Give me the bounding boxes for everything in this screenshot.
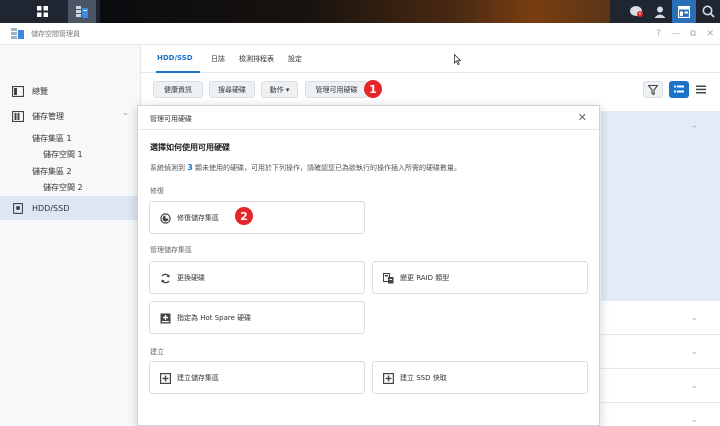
list-icon [696, 85, 706, 94]
window-titlebar: 儲存空間管理員 ? — ⧉ ✕ [0, 23, 720, 45]
chevron-down-icon[interactable]: ⌄ [690, 415, 698, 425]
manage-drives-dialog: 管理可用硬碟 ✕ 選擇如何使用可用硬碟 系統偵測到 3 顆未使用的硬碟，可用於下… [137, 105, 600, 426]
step-badge-1: 1 [364, 80, 382, 98]
chevron-up-icon[interactable]: ⌃ [122, 112, 129, 121]
repair-icon [159, 212, 171, 224]
section-create: 建立 [150, 348, 164, 356]
hot-spare-icon [159, 312, 171, 324]
hot-spare-option[interactable]: 指定為 Hot Spare 硬碟 [149, 301, 365, 334]
chevron-down-icon[interactable]: ⌄ [690, 347, 698, 357]
create-ssd-cache-option[interactable]: 建立 SSD 快取 [372, 361, 588, 394]
overview-icon [12, 85, 24, 97]
mouse-cursor-icon [454, 54, 461, 65]
search-drive-button[interactable]: 搜尋硬碟 [209, 81, 255, 98]
add-box-icon [159, 372, 171, 384]
tab-settings[interactable]: 設定 [288, 54, 302, 64]
help-button[interactable]: ? [656, 29, 661, 39]
tab-bar: HDD/SSD 日誌 檢測排程表 設定 [141, 45, 720, 73]
create-pool-option[interactable]: 建立儲存集區 [149, 361, 365, 394]
list-view-button[interactable] [691, 81, 711, 98]
chevron-up-icon[interactable]: ⌃ [690, 125, 698, 135]
taskbar [0, 0, 720, 23]
tab-schedule[interactable]: 檢測排程表 [239, 54, 274, 64]
window-title: 儲存空間管理員 [31, 29, 80, 38]
toolbar: 健康資訊 搜尋硬碟 動作 ▾ 管理可用硬碟 [141, 79, 720, 101]
sidebar-item-hdd-ssd[interactable]: HDD/SSD [0, 196, 141, 220]
add-box-icon [382, 372, 394, 384]
refresh-icon [159, 272, 171, 284]
sidebar: 總覽 儲存管理 ⌃ 儲存集區 1 儲存空間 1 儲存集區 2 儲存空間 2 HD… [0, 45, 141, 426]
user-icon [654, 6, 666, 18]
list-detail-icon [674, 85, 684, 93]
drive-group-expanded[interactable]: ⌃ [601, 111, 720, 301]
dialog-title: 管理可用硬碟 [150, 115, 192, 123]
replace-drive-option[interactable]: 更換硬碟 [149, 261, 365, 294]
sidebar-item-storage[interactable]: 儲存管理 ⌃ [0, 104, 141, 128]
sidebar-item-pool1[interactable]: 儲存集區 1 [32, 133, 72, 144]
dialog-heading: 選擇如何使用可用硬碟 [150, 143, 230, 152]
main-menu-button[interactable] [28, 0, 56, 23]
chevron-down-icon[interactable]: ⌄ [690, 313, 698, 323]
section-repair: 修復 [150, 187, 164, 195]
close-window-button[interactable]: ✕ [706, 29, 714, 39]
filter-button[interactable] [643, 81, 663, 98]
active-tab-indicator [156, 71, 200, 73]
raid-icon [382, 272, 394, 284]
chat-alert-icon [630, 6, 643, 17]
notification-button[interactable] [624, 0, 648, 23]
manage-available-drives-button[interactable]: 管理可用硬碟 [305, 81, 368, 98]
drive-row[interactable]: ⌄ [601, 301, 720, 335]
desktop-wallpaper [100, 0, 610, 23]
minimize-button[interactable]: — [671, 29, 680, 39]
change-raid-option[interactable]: 變更 RAID 類型 [372, 261, 588, 294]
widgets-button[interactable] [672, 0, 696, 23]
search-button[interactable] [696, 0, 720, 23]
detail-view-button[interactable] [669, 81, 689, 98]
drive-row[interactable]: ⌄ [601, 403, 720, 426]
action-button[interactable]: 動作 ▾ [261, 81, 298, 98]
widgets-icon [678, 5, 690, 18]
sidebar-item-vol2[interactable]: 儲存空間 2 [43, 182, 83, 193]
search-icon [702, 5, 715, 18]
drive-row[interactable]: ⌄ [601, 335, 720, 369]
dialog-close-button[interactable]: ✕ [578, 111, 587, 124]
repair-pool-option[interactable]: 修復儲存集區 [149, 201, 365, 234]
chevron-down-icon[interactable]: ⌄ [690, 381, 698, 391]
drive-icon [12, 202, 24, 214]
filter-icon [648, 84, 658, 95]
user-button[interactable] [648, 0, 672, 23]
step-badge-2: 2 [235, 207, 253, 225]
dialog-header: 管理可用硬碟 ✕ [138, 106, 599, 130]
storage-manager-icon [76, 5, 88, 18]
sidebar-item-pool2[interactable]: 儲存集區 2 [32, 166, 72, 177]
tab-log[interactable]: 日誌 [211, 54, 225, 64]
sidebar-item-vol1[interactable]: 儲存空間 1 [43, 149, 83, 160]
tab-hdd-ssd[interactable]: HDD/SSD [157, 54, 193, 62]
grid-icon [36, 6, 48, 17]
sidebar-item-overview[interactable]: 總覽 [0, 79, 141, 103]
dialog-description: 系統偵測到 3 顆未使用的硬碟，可用於下列操作，請確認您已為欲執行的操作插入所需… [150, 163, 462, 172]
storage-manager-taskbar-button[interactable] [68, 0, 96, 23]
section-manage-pool: 管理儲存集區 [150, 246, 192, 254]
storage-icon [12, 110, 24, 122]
drive-row[interactable]: ⌄ [601, 369, 720, 403]
maximize-button[interactable]: ⧉ [690, 29, 696, 39]
health-info-button[interactable]: 健康資訊 [153, 81, 203, 98]
storage-manager-app-icon [11, 27, 24, 39]
